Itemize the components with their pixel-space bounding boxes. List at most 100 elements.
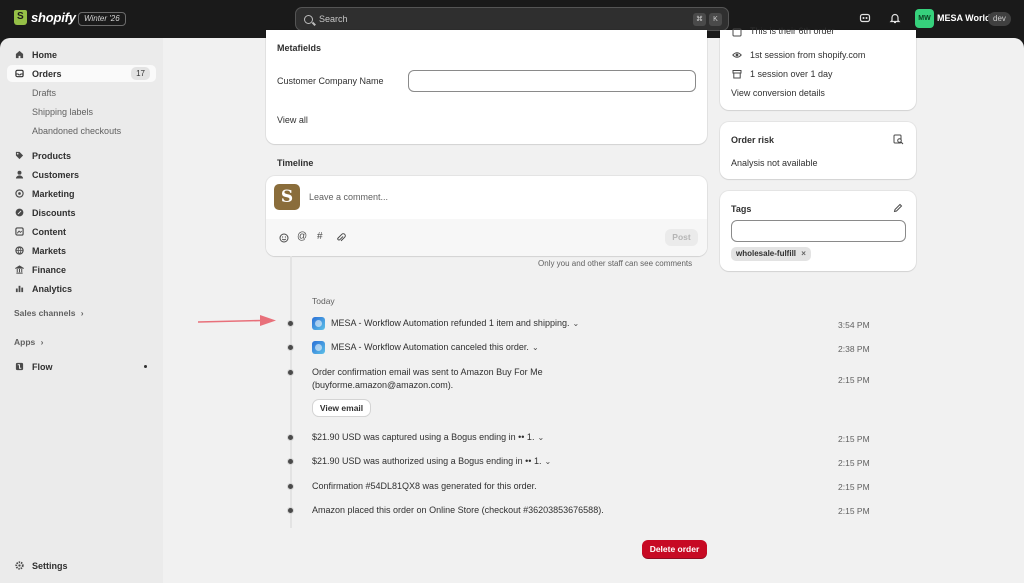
timeline-event-text: MESA - Workflow Automation canceled this… [331, 342, 529, 352]
sidebar-item-content[interactable]: Content [7, 223, 156, 240]
timeline-event-time: 2:15 PM [838, 458, 870, 468]
edit-pencil-icon[interactable] [893, 203, 903, 213]
pin-dot-icon [144, 365, 147, 368]
sidebar-item-shipping-labels[interactable]: Shipping labels [32, 107, 93, 117]
chevron-right-icon: › [80, 308, 84, 318]
mention-icon[interactable]: @ [297, 231, 307, 242]
bank-icon [15, 265, 24, 274]
store-name[interactable]: MESA World [937, 13, 991, 23]
annotation-arrow-icon [198, 315, 276, 326]
sidebar-item-label: Home [32, 49, 58, 60]
timeline-dot [287, 507, 294, 514]
delete-order-button[interactable]: Delete order [642, 540, 707, 558]
tags-input[interactable] [731, 220, 906, 242]
emoji-icon[interactable] [279, 233, 289, 243]
gear-icon [15, 561, 24, 570]
sidebar-item-customers[interactable]: Customers [7, 166, 156, 183]
timeline-event-time: 2:15 PM [838, 482, 870, 492]
sidebar-item-marketing[interactable]: Marketing [7, 185, 156, 202]
timeline-event-text: $21.90 USD was authorized using a Bogus … [312, 456, 542, 466]
dev-badge: dev [988, 12, 1011, 26]
search-placeholder: Search [319, 14, 348, 24]
sidekick-icon[interactable] [859, 12, 871, 24]
sidebar-item-home[interactable]: Home [7, 46, 156, 63]
chevron-down-icon: ⌄ [544, 457, 552, 466]
timeline-event-cancel[interactable]: MESA - Workflow Automation canceled this… [312, 341, 539, 355]
remove-tag-icon[interactable]: × [801, 249, 806, 258]
timeline-event-refund[interactable]: MESA - Workflow Automation refunded 1 it… [312, 317, 580, 331]
sidebar-item-abandoned-checkouts[interactable]: Abandoned checkouts [32, 126, 121, 136]
shopify-logo[interactable]: shopify [14, 10, 76, 25]
view-all-metafields-link[interactable]: View all [277, 115, 308, 125]
conversion-sessions: 1 session over 1 day [750, 69, 833, 79]
tag-label: wholesale-fulfill [736, 249, 797, 258]
discount-icon [15, 208, 24, 217]
mesa-app-icon [312, 341, 325, 355]
season-badge: Winter '26 [78, 12, 126, 26]
sidebar-item-products[interactable]: Products [7, 147, 156, 164]
sidebar-item-flow[interactable]: Flow [7, 358, 156, 375]
timeline-day-label: Today [312, 296, 335, 306]
timeline-event-time: 2:15 PM [838, 506, 870, 516]
timeline-title: Timeline [277, 158, 314, 168]
order-risk-title: Order risk [731, 135, 775, 145]
sidebar-item-discounts[interactable]: Discounts [7, 204, 156, 221]
timeline-event-text-line1: Order confirmation email was sent to Ama… [312, 367, 543, 377]
search-bar[interactable]: Search ⌘ K [295, 7, 729, 31]
comment-box: S Leave a comment... @ # Post [266, 176, 707, 256]
metafields-title: Metafields [277, 43, 322, 53]
notifications-bell-icon[interactable] [889, 12, 901, 24]
timeline-event-time: 3:54 PM [838, 320, 870, 330]
store-icon [732, 70, 742, 79]
sidebar-item-label: Finance [32, 264, 67, 275]
apps-header[interactable]: Apps › [14, 337, 43, 347]
staff-avatar: S [274, 184, 300, 210]
customer-company-name-input[interactable] [408, 70, 696, 92]
hashtag-icon[interactable]: # [317, 231, 323, 242]
chevron-down-icon: ⌄ [572, 319, 580, 328]
timeline-event-time: 2:15 PM [838, 375, 870, 385]
globe-icon [15, 246, 24, 255]
timeline-event-capture[interactable]: $21.90 USD was captured using a Bogus en… [312, 431, 544, 444]
sidebar-item-label: Flow [32, 361, 53, 372]
command-key-hint: ⌘ [693, 13, 706, 26]
timeline-dot [287, 344, 294, 351]
sidebar-item-finance[interactable]: Finance [7, 261, 156, 278]
sidebar-item-label: Orders [32, 68, 62, 79]
mesa-app-icon [312, 317, 325, 331]
order-risk-card: Order risk Analysis not available [720, 122, 916, 179]
sidebar-item-label: Analytics [32, 283, 73, 294]
risk-analysis-icon[interactable] [893, 134, 904, 145]
order-risk-status: Analysis not available [731, 158, 818, 168]
sidebar-item-orders[interactable]: Orders 17 [7, 65, 156, 82]
sidebar-item-settings[interactable]: Settings [7, 557, 156, 574]
person-icon [15, 170, 24, 179]
view-conversion-details-link[interactable]: View conversion details [731, 88, 825, 98]
sidebar-item-drafts[interactable]: Drafts [32, 88, 56, 98]
sidebar-item-label: Marketing [32, 188, 75, 199]
view-email-button[interactable]: View email [313, 400, 370, 416]
timeline-dot [287, 434, 294, 441]
sales-channels-header[interactable]: Sales channels › [14, 308, 84, 318]
attachment-icon[interactable] [336, 233, 346, 243]
timeline-event-time: 2:15 PM [838, 434, 870, 444]
tags-title: Tags [731, 204, 752, 214]
comment-input[interactable]: Leave a comment... [309, 192, 388, 202]
sidebar-item-markets[interactable]: Markets [7, 242, 156, 259]
sales-channels-label: Sales channels [14, 308, 76, 318]
timeline-event-placed: Amazon placed this order on Online Store… [312, 504, 604, 517]
timeline-event-confirmation: Confirmation #54DL81QX8 was generated fo… [312, 480, 537, 493]
sidebar-item-label: Content [32, 226, 66, 237]
timeline-event-text: Confirmation #54DL81QX8 was generated fo… [312, 481, 537, 491]
comment-toolbar: @ # Post [266, 219, 707, 256]
conversion-order-count: This is their 6th order [750, 26, 835, 36]
timeline-event-time: 2:38 PM [838, 344, 870, 354]
timeline-event-text: $21.90 USD was captured using a Bogus en… [312, 432, 535, 442]
conversion-summary-card: This is their 6th order 1st session from… [720, 26, 916, 110]
timeline-event-authorize[interactable]: $21.90 USD was authorized using a Bogus … [312, 455, 551, 468]
sidebar-item-analytics[interactable]: Analytics [7, 280, 156, 297]
sidebar-item-label: Markets [32, 245, 67, 256]
store-avatar[interactable]: MW [915, 9, 934, 28]
post-comment-button[interactable]: Post [665, 229, 698, 246]
timeline-event-text: MESA - Workflow Automation refunded 1 it… [331, 318, 570, 328]
